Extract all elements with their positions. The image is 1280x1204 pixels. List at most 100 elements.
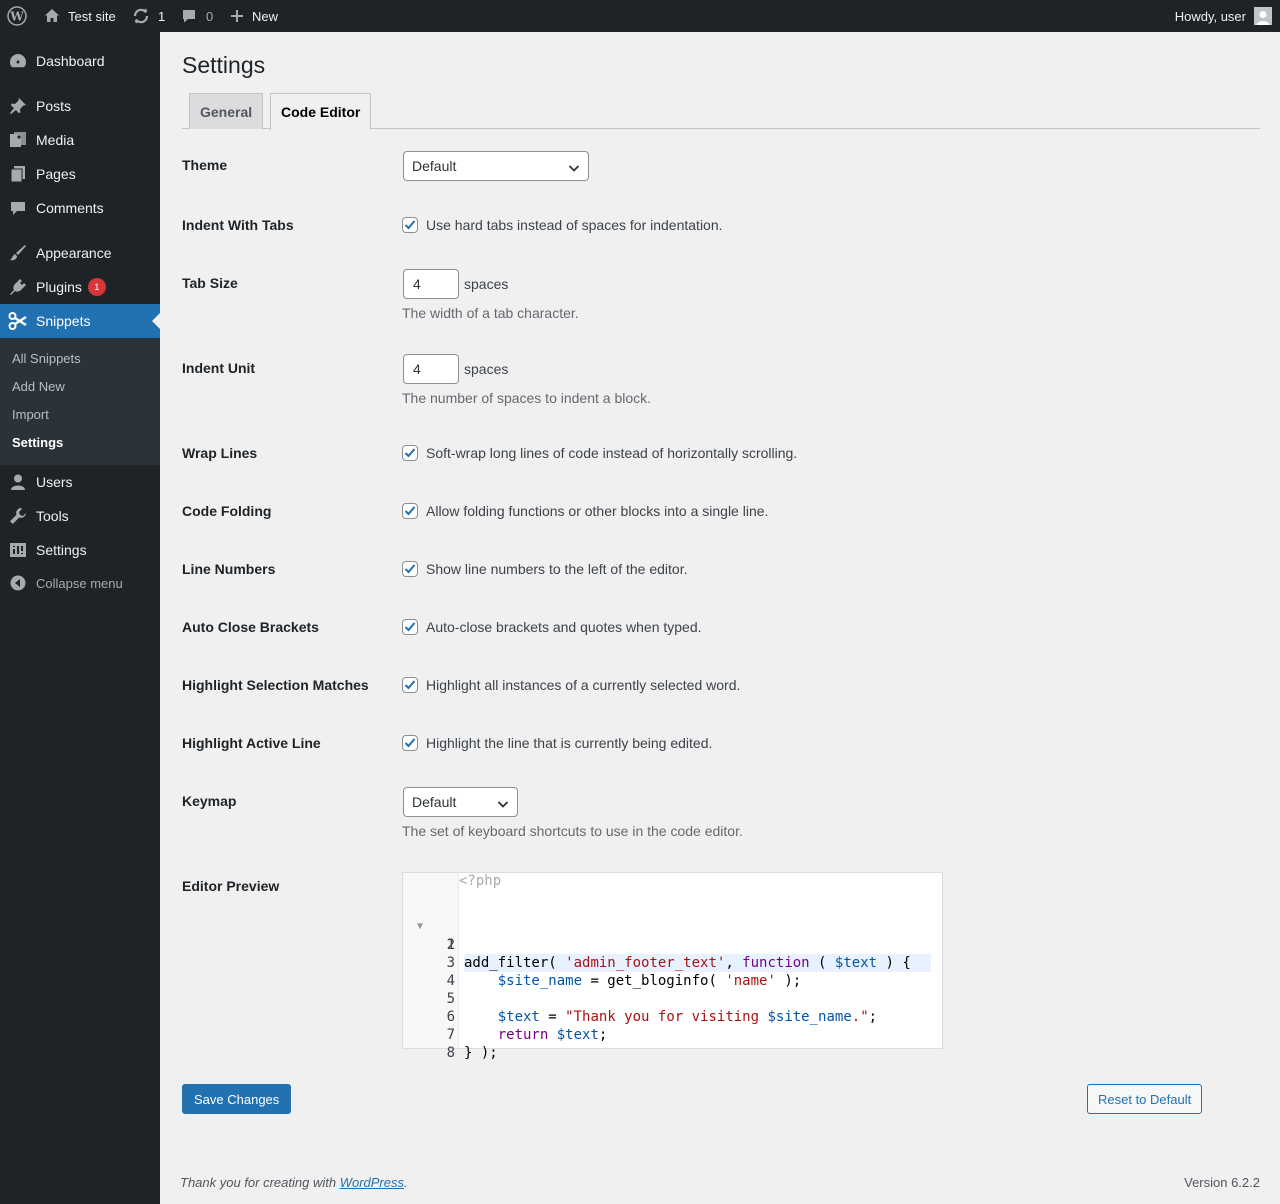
collapse-arrow-icon xyxy=(0,575,36,591)
code-line: 3 $site_name = get_bloginfo( 'name' ); xyxy=(403,936,942,989)
sidebar-item-label: Media xyxy=(36,132,75,148)
indent-with-tabs-text: Use hard tabs instead of spaces for inde… xyxy=(426,217,723,233)
collapse-menu-label: Collapse menu xyxy=(36,575,123,591)
checkmark-icon xyxy=(404,738,416,748)
admin-bar: W Test site 1 0 New Howdy, user xyxy=(0,0,1280,32)
footer-version: Version 6.2.2 xyxy=(1184,1175,1260,1190)
submenu-add-new[interactable]: Add New xyxy=(12,379,65,394)
code-line: 2 xyxy=(403,918,942,953)
theme-select[interactable]: Default xyxy=(403,151,589,181)
plus-icon xyxy=(230,9,244,23)
settings-icon xyxy=(0,541,36,559)
tab-code-editor[interactable]: Code Editor xyxy=(270,93,372,130)
submenu-settings[interactable]: Settings xyxy=(12,435,63,450)
comments-link[interactable]: 0 xyxy=(181,0,213,32)
checkmark-icon xyxy=(404,220,416,230)
checkmark-icon xyxy=(404,680,416,690)
tab-size-input[interactable]: 4 xyxy=(403,269,459,299)
sidebar-item-settings[interactable]: Settings xyxy=(0,533,160,567)
sidebar-item-plugins[interactable]: Plugins 1 xyxy=(0,270,160,304)
highlight-active-line-checkbox[interactable] xyxy=(402,735,418,751)
wordpress-logo-icon[interactable]: W xyxy=(7,0,27,32)
highlight-selection-matches-option: Highlight all instances of a currently s… xyxy=(402,677,740,693)
line-numbers-checkbox[interactable] xyxy=(402,561,418,577)
indent-with-tabs-label: Indent With Tabs xyxy=(182,217,294,233)
sidebar-item-snippets[interactable]: Snippets xyxy=(0,304,160,338)
highlight-active-line-option: Highlight the line that is currently bei… xyxy=(402,735,712,751)
sidebar-item-comments[interactable]: Comments xyxy=(0,191,160,225)
wordpress-link[interactable]: WordPress xyxy=(340,1175,404,1190)
save-changes-button[interactable]: Save Changes xyxy=(182,1084,292,1114)
sidebar-item-dashboard[interactable]: Dashboard xyxy=(0,44,160,78)
new-content-link[interactable]: New xyxy=(230,0,278,32)
wrap-lines-label: Wrap Lines xyxy=(182,445,258,461)
code-line: 4 xyxy=(403,954,942,989)
code-line: 8 xyxy=(403,1026,942,1061)
submenu-import[interactable]: Import xyxy=(12,407,49,422)
highlight-selection-matches-text: Highlight all instances of a currently s… xyxy=(426,677,741,693)
auto-close-brackets-text: Auto-close brackets and quotes when type… xyxy=(426,619,702,635)
highlight-active-line-label: Highlight Active Line xyxy=(182,735,321,751)
site-name-link[interactable]: Test site xyxy=(44,0,116,32)
collapse-menu-button[interactable]: Collapse menu xyxy=(0,566,160,600)
indent-with-tabs-checkbox[interactable] xyxy=(402,217,418,233)
code-folding-checkbox[interactable] xyxy=(402,503,418,519)
php-open-tag: <?php xyxy=(459,873,502,889)
tab-size-unit: spaces xyxy=(464,276,509,292)
auto-close-brackets-option: Auto-close brackets and quotes when type… xyxy=(402,619,702,635)
sidebar-item-pages[interactable]: Pages xyxy=(0,157,160,191)
comments-count: 0 xyxy=(206,8,214,24)
comment-bubble-icon xyxy=(181,8,197,24)
my-account-link[interactable]: Howdy, user xyxy=(1175,0,1272,32)
indent-unit-input[interactable]: 4 xyxy=(403,354,459,384)
indent-unit-label: Indent Unit xyxy=(182,360,256,376)
code-line: 6 return $text; xyxy=(403,990,942,1043)
sidebar-item-media[interactable]: Media xyxy=(0,123,160,157)
wrap-lines-text: Soft-wrap long lines of code instead of … xyxy=(426,445,798,461)
keymap-label: Keymap xyxy=(182,793,237,809)
sidebar-item-appearance[interactable]: Appearance xyxy=(0,236,160,270)
keymap-select-value: Default xyxy=(412,794,457,810)
sidebar-item-label: Plugins xyxy=(36,279,82,295)
pin-icon xyxy=(0,97,36,115)
media-icon xyxy=(0,131,36,149)
tab-general[interactable]: General xyxy=(189,93,264,129)
plugin-update-badge: 1 xyxy=(87,278,106,296)
code-line: 5 $text = "Thank you for visiting $site_… xyxy=(403,972,942,1025)
checkmark-icon xyxy=(404,622,416,632)
dashboard-icon xyxy=(0,52,36,70)
site-name: Test site xyxy=(68,8,116,24)
sidebar-item-label: Posts xyxy=(36,98,72,114)
scissors-icon xyxy=(0,311,36,331)
keymap-description: The set of keyboard shortcuts to use in … xyxy=(402,823,743,839)
sidebar-item-posts[interactable]: Posts xyxy=(0,89,160,123)
highlight-active-line-text: Highlight the line that is currently bei… xyxy=(426,735,713,751)
editor-preview-label: Editor Preview xyxy=(182,878,280,894)
avatar xyxy=(1254,7,1272,25)
sidebar-item-label: Appearance xyxy=(36,245,112,261)
new-label: New xyxy=(252,8,279,24)
snippets-submenu: All Snippets Add New Import Settings xyxy=(0,338,160,465)
keymap-select[interactable]: Default xyxy=(403,787,518,817)
code-editor-preview[interactable]: <?php ▼ 1 add_filter( 'admin_footer_text… xyxy=(402,872,943,1061)
code-folding-option: Allow folding functions or other blocks … xyxy=(402,503,768,519)
submenu-all-snippets[interactable]: All Snippets xyxy=(12,351,81,366)
footer-thanks-prefix: Thank you for creating with xyxy=(180,1175,340,1190)
sidebar-item-label: Dashboard xyxy=(36,53,105,69)
sidebar-item-tools[interactable]: Tools xyxy=(0,499,160,533)
highlight-selection-matches-checkbox[interactable] xyxy=(402,677,418,693)
auto-close-brackets-checkbox[interactable] xyxy=(402,619,418,635)
howdy-text: Howdy, user xyxy=(1174,8,1246,24)
sidebar-item-label: Settings xyxy=(36,542,87,558)
code-line: 7 } ); xyxy=(403,1008,942,1061)
line-numbers-option: Show line numbers to the left of the edi… xyxy=(402,561,688,577)
wrap-lines-checkbox[interactable] xyxy=(402,445,418,461)
refresh-icon xyxy=(132,7,150,25)
sidebar-item-users[interactable]: Users xyxy=(0,465,160,499)
updates-link[interactable]: 1 xyxy=(132,0,165,32)
user-icon xyxy=(0,473,36,491)
sidebar-item-label: Pages xyxy=(36,166,76,182)
reset-to-default-button[interactable]: Reset to Default xyxy=(1087,1084,1203,1114)
sidebar-item-label: Tools xyxy=(36,508,69,524)
wrench-icon xyxy=(0,507,36,525)
